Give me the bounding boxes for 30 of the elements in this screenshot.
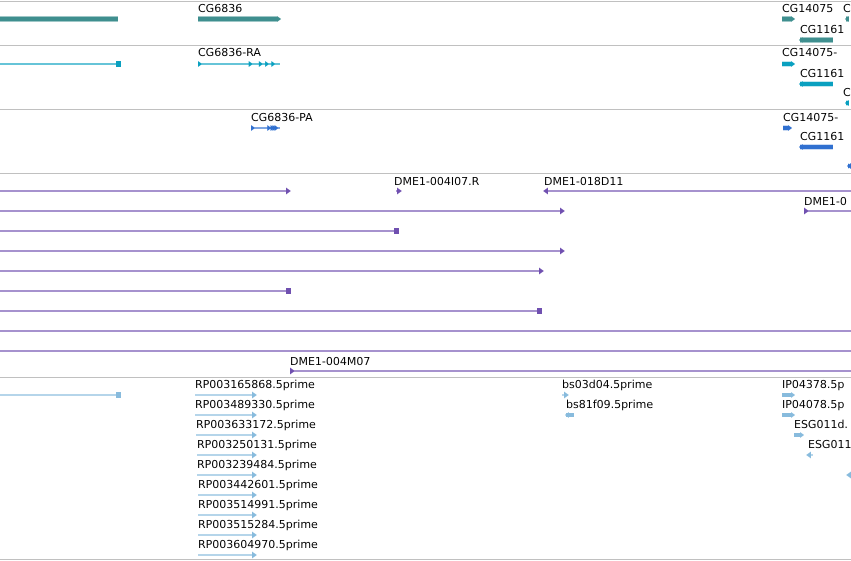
feature-label[interactable]: RP003489330.5prime	[195, 398, 315, 411]
feature-label[interactable]: CG6836	[198, 2, 242, 15]
feature-label[interactable]: CG6836-RA	[198, 46, 261, 59]
feature-label[interactable]: IP04378.5p	[782, 378, 844, 391]
feature-label[interactable]: CG14075-	[782, 46, 838, 59]
feature-label[interactable]: DME1-0	[804, 195, 847, 208]
feature-label[interactable]: CG1161	[800, 67, 844, 80]
feature-label[interactable]: bs03d04.5prime	[562, 378, 652, 391]
feature-label[interactable]: RP003514991.5prime	[198, 498, 318, 511]
feature-label[interactable]: CG1161	[800, 130, 844, 143]
feature-label[interactable]: ESG011d.	[794, 418, 848, 431]
feature-label[interactable]: RP003250131.5prime	[197, 438, 317, 451]
feature-label[interactable]: IP04078.5p	[782, 398, 844, 411]
feature-label[interactable]: C	[843, 86, 851, 99]
feature-label[interactable]: CG1161	[800, 23, 844, 36]
feature-label[interactable]: RP003633172.5prime	[196, 418, 316, 431]
feature-label[interactable]: RP003442601.5prime	[198, 478, 318, 491]
feature-label[interactable]: CG14075-	[783, 111, 838, 124]
feature-label[interactable]: DME1-004M07	[290, 355, 370, 368]
feature-label[interactable]: RP003515284.5prime	[198, 518, 318, 531]
feature-label[interactable]: DME1-018D11	[544, 175, 624, 188]
feature-label[interactable]: bs81f09.5prime	[566, 398, 654, 411]
feature-label[interactable]: ESG011	[808, 438, 851, 451]
feature-label[interactable]: C	[843, 2, 851, 15]
feature-label[interactable]: RP003604970.5prime	[198, 538, 318, 551]
feature-label[interactable]: CG6836-PA	[251, 111, 313, 124]
feature-label[interactable]: RP003165868.5prime	[195, 378, 315, 391]
feature-label[interactable]: RP003239484.5prime	[197, 458, 317, 471]
feature-label[interactable]: CG14075	[782, 2, 834, 15]
feature-label[interactable]: DME1-004I07.R	[394, 175, 480, 188]
